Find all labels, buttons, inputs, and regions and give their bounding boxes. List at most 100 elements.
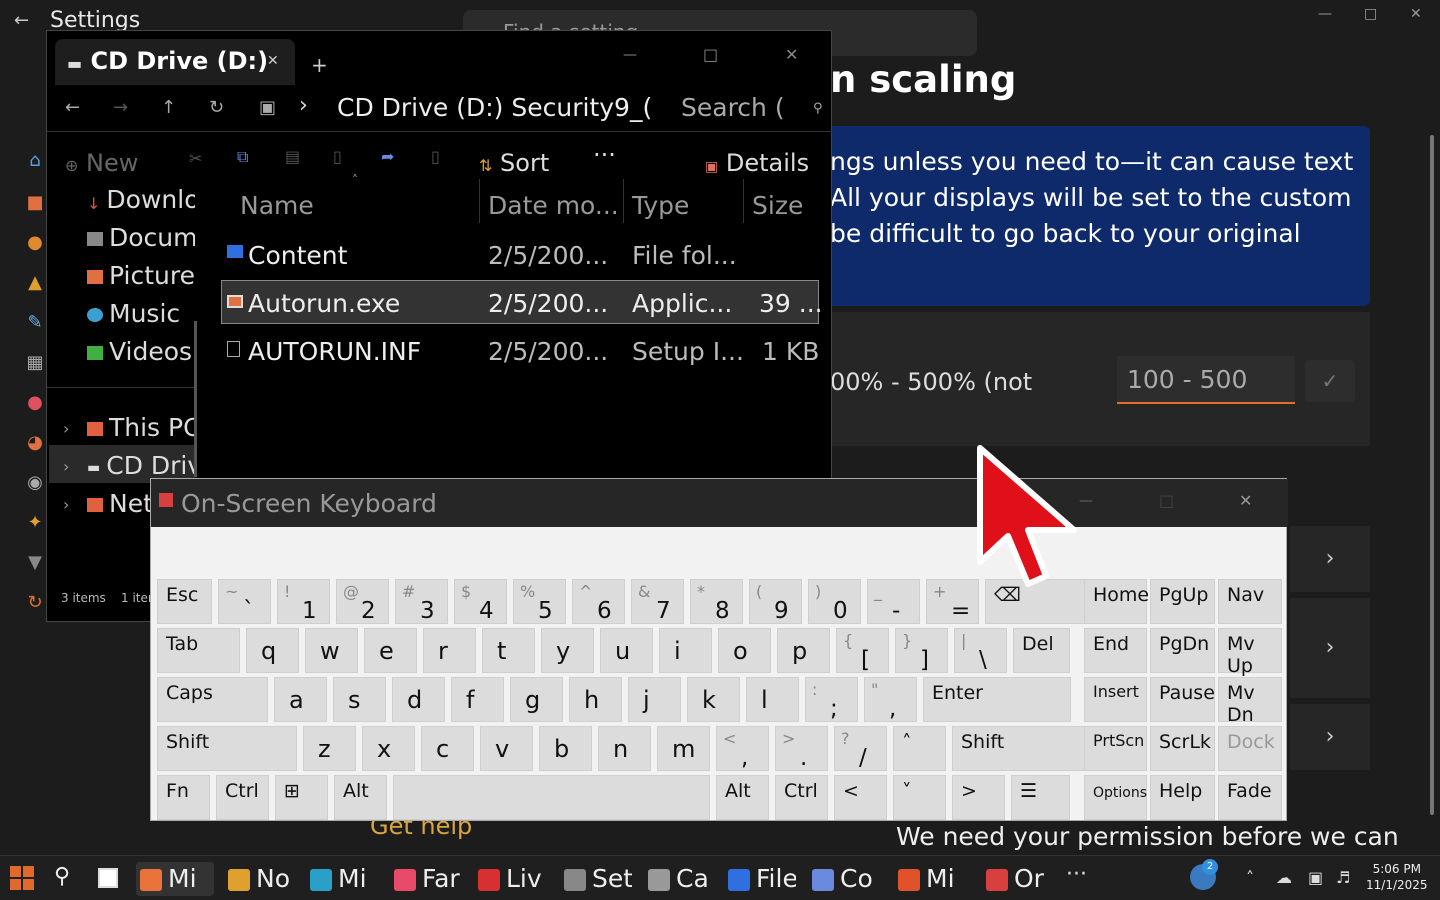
up-icon[interactable]: ↑ — [161, 97, 176, 118]
key[interactable]: _ - — [867, 579, 920, 624]
search-icon[interactable]: ⚲ — [54, 864, 70, 889]
column-name[interactable]: Name — [240, 191, 314, 220]
key[interactable]: y — [541, 628, 594, 673]
minimize-icon[interactable]: — — [1318, 6, 1332, 22]
key[interactable]: w — [305, 628, 358, 673]
key[interactable]: a — [274, 677, 327, 722]
key[interactable]: Esc — [157, 579, 212, 624]
key[interactable]: & 7 — [631, 579, 684, 624]
file-row[interactable]: AUTORUN.INF 2/5/200... Setup I... 1 KB — [221, 329, 821, 373]
volume-icon[interactable]: ♬ — [1336, 868, 1350, 887]
chevron-right-icon[interactable]: › — [63, 419, 69, 438]
key[interactable]: q — [246, 628, 299, 673]
column-date[interactable]: Date mo... — [488, 191, 619, 220]
new-button[interactable]: ⊕ New — [65, 149, 138, 177]
key[interactable]: Del — [1013, 628, 1070, 673]
taskbar-app-button[interactable]: Mi — [306, 862, 378, 896]
taskbar-app-button[interactable]: Or — [982, 862, 1054, 896]
maximize-icon[interactable]: □ — [1159, 491, 1174, 510]
key[interactable]: j — [628, 677, 681, 722]
delete-icon[interactable]: ▯ — [431, 147, 440, 166]
key[interactable]: + = — [926, 579, 979, 624]
key[interactable]: e — [364, 628, 417, 673]
key[interactable]: l — [746, 677, 799, 722]
custom-scale-input[interactable]: 100 - 500 — [1117, 356, 1295, 404]
key[interactable]: % 5 — [513, 579, 566, 624]
taskbar-app-button[interactable]: Ca — [644, 862, 716, 896]
key[interactable]: ˅ — [893, 775, 946, 820]
key[interactable]: ☰ — [1011, 775, 1070, 820]
maximize-icon[interactable]: □ — [1364, 6, 1377, 22]
nav-key[interactable]: Mv Up — [1218, 628, 1282, 677]
key[interactable]: n — [598, 726, 651, 771]
more-options-button[interactable]: ··· — [593, 141, 616, 169]
taskbar-app-button[interactable]: Far — [390, 862, 462, 896]
key[interactable]: Alt — [716, 775, 769, 820]
chevron-right-icon[interactable]: › — [1290, 598, 1370, 698]
nav-key[interactable]: Options — [1084, 775, 1147, 820]
task-view-icon[interactable] — [98, 868, 118, 888]
nav-item-music[interactable]: Music — [87, 299, 195, 328]
close-tab-icon[interactable]: ✕ — [267, 53, 279, 69]
nav-key[interactable]: Fade — [1218, 775, 1282, 820]
key[interactable]: ⊞ — [275, 775, 328, 820]
chevron-up-icon[interactable]: ˄ — [1246, 868, 1254, 887]
checkmark-icon[interactable]: ✓ — [1305, 360, 1355, 402]
nav-item-pictures[interactable]: Pictures — [87, 261, 195, 290]
key[interactable]: {[ — [836, 628, 889, 673]
windows-update-icon[interactable]: ↻ — [24, 592, 46, 614]
chevron-right-icon[interactable]: › — [1290, 526, 1370, 592]
key[interactable]: $4 — [454, 579, 507, 624]
nav-key[interactable]: End — [1084, 628, 1147, 673]
sort-button[interactable]: ⇅ Sort — [479, 149, 549, 177]
accounts-icon[interactable]: ● — [24, 392, 46, 414]
key[interactable]: * 8 — [690, 579, 743, 624]
close-icon[interactable]: ✕ — [1410, 6, 1422, 22]
rename-icon[interactable]: ▯ — [333, 147, 342, 166]
new-tab-icon[interactable]: + — [311, 53, 328, 77]
key[interactable]: ) 0 — [808, 579, 861, 624]
refresh-icon[interactable]: ↻ — [209, 97, 224, 118]
chevron-right-icon[interactable]: › — [299, 93, 308, 118]
key[interactable]: Shift — [157, 726, 297, 771]
key[interactable]: h — [569, 677, 622, 722]
forward-icon[interactable]: → — [113, 97, 128, 118]
nav-scrollbar[interactable] — [194, 321, 197, 477]
apps-icon[interactable]: ▦ — [24, 352, 46, 374]
file-row[interactable]: Content 2/5/200... File fol... — [221, 233, 821, 277]
key[interactable]: @2 — [336, 579, 389, 624]
key[interactable]: m — [657, 726, 710, 771]
nav-key[interactable]: PgDn — [1150, 628, 1215, 673]
key[interactable]: #3 — [395, 579, 448, 624]
key[interactable]: ! 1 — [277, 579, 330, 624]
key[interactable]: Ctrl — [216, 775, 269, 820]
nav-key[interactable]: Insert — [1084, 677, 1147, 722]
key[interactable]: Fn — [157, 775, 210, 820]
taskbar-app-button[interactable]: Set — [560, 862, 632, 896]
nav-item-documents[interactable]: Documents — [87, 223, 195, 252]
chevron-right-icon[interactable]: › — [63, 495, 69, 514]
minimize-icon[interactable]: — — [623, 47, 637, 63]
column-type[interactable]: Type — [632, 191, 689, 220]
key[interactable]: Caps — [157, 677, 268, 722]
key[interactable]: u — [600, 628, 653, 673]
copy-icon[interactable]: ⧉ — [237, 147, 248, 167]
key[interactable]: > — [952, 775, 1005, 820]
key[interactable]: | \ — [954, 628, 1007, 673]
key[interactable]: Enter — [923, 677, 1071, 722]
nav-key[interactable]: PrtScn — [1084, 726, 1147, 771]
key[interactable]: ", — [864, 677, 917, 722]
back-arrow-icon[interactable]: ← — [14, 10, 29, 31]
key[interactable]: o — [718, 628, 771, 673]
key[interactable]: ~ ` — [218, 579, 271, 624]
key[interactable]: ? / — [834, 726, 887, 771]
key[interactable]: b — [539, 726, 592, 771]
key[interactable]: Tab — [157, 628, 240, 673]
network-icon[interactable]: ▣ — [1308, 868, 1323, 887]
key[interactable]: ^ 6 — [572, 579, 625, 624]
scrollbar[interactable] — [1430, 135, 1434, 815]
details-button[interactable]: ▣ Details — [705, 149, 809, 177]
key[interactable]: d — [392, 677, 445, 722]
nav-item-cd-drive[interactable]: ▬ CD Drive — [87, 451, 195, 480]
nav-key[interactable]: ScrLk — [1150, 726, 1215, 771]
